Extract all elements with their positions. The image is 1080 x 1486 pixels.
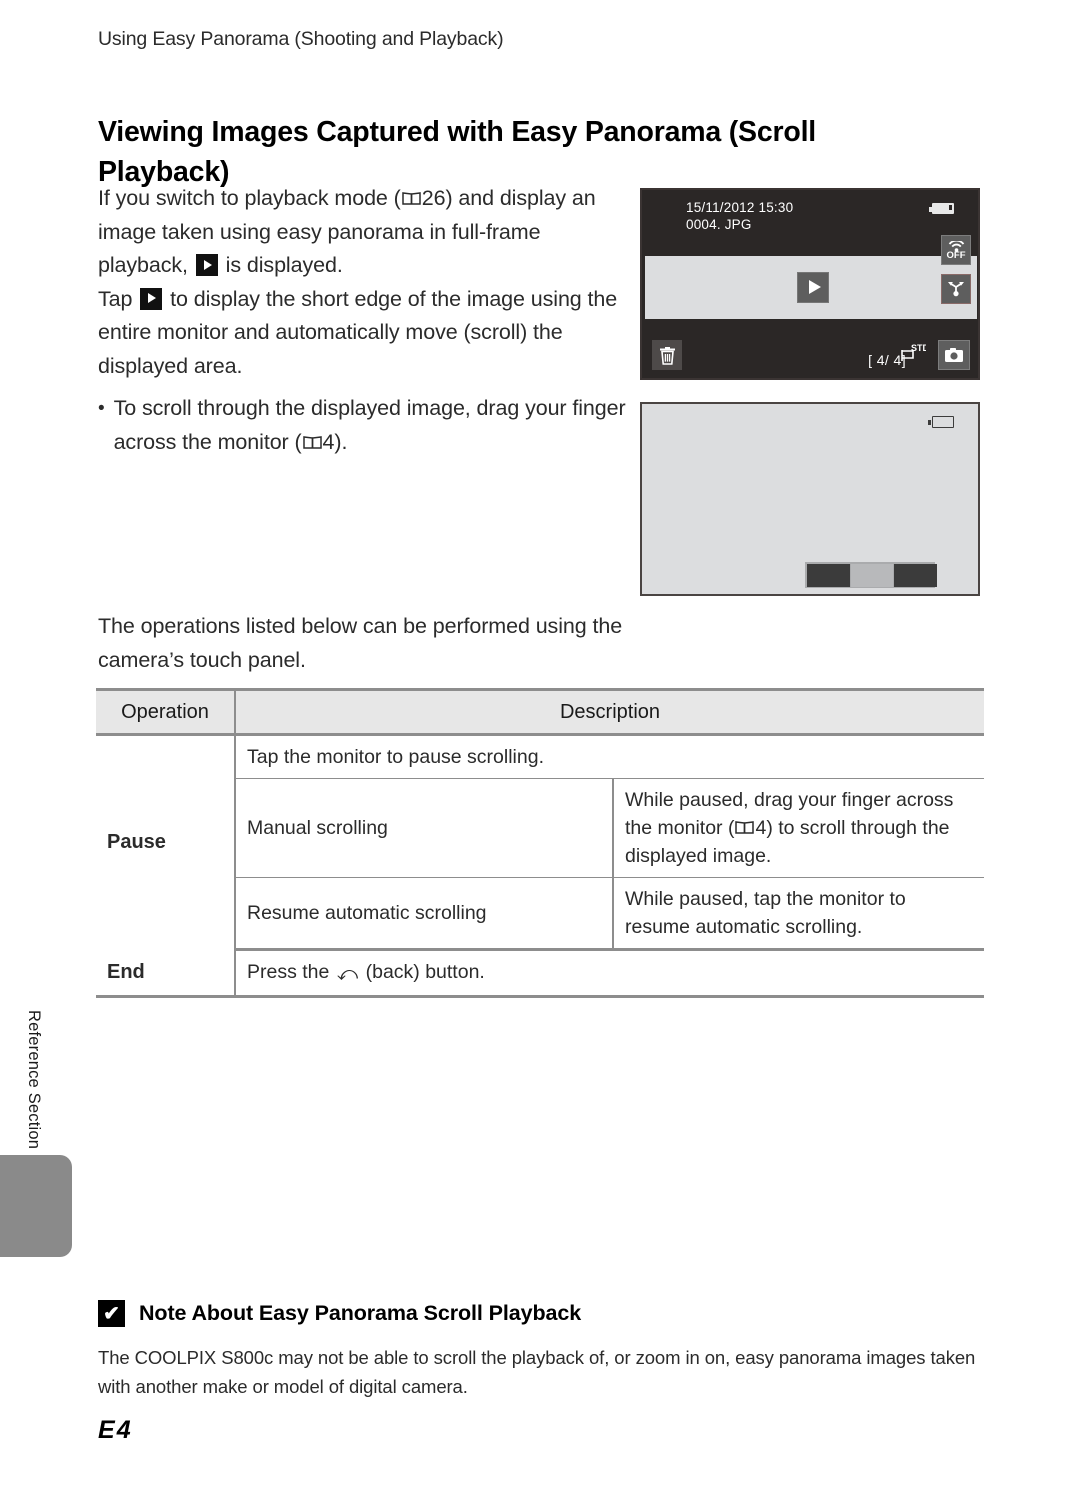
- bullet-list: • To scroll through the displayed image,…: [98, 392, 638, 459]
- scroll-play-icon: [140, 287, 163, 310]
- page-folio: E 4: [98, 1418, 131, 1443]
- intro-text-e: to display the short edge of the image u…: [98, 286, 618, 378]
- bullet-ref-page: 4: [322, 429, 335, 454]
- caution-check-icon: ✔: [98, 1300, 125, 1327]
- operation-label: Pause: [107, 831, 166, 854]
- table-row: Pause Tap the monitor to pause scrolling…: [96, 734, 984, 853]
- note-heading: ✔ Note About Easy Panorama Scroll Playba…: [98, 1300, 581, 1327]
- cell-resume-desc: While paused, tap the monitor to resume …: [612, 877, 984, 951]
- note-title: Note About Easy Panorama Scroll Playback: [139, 1301, 582, 1325]
- image-filename: 0004. JPG: [686, 217, 752, 232]
- intro-text-d: Tap: [98, 286, 139, 311]
- panorama-std-icon: STD: [900, 342, 930, 364]
- scroll-playback-button[interactable]: [797, 272, 829, 303]
- intro-paragraph: If you switch to playback mode (26) and …: [98, 182, 628, 383]
- list-item: • To scroll through the displayed image,…: [98, 392, 638, 459]
- scroll-guide-current: [850, 563, 893, 587]
- row-label-end: End: [96, 949, 235, 998]
- intro-text-c: is displayed.: [219, 253, 343, 277]
- note-body: The COOLPIX S800c may not be able to scr…: [98, 1347, 976, 1397]
- book-reference-icon: [302, 435, 322, 450]
- cell-manual-scrolling-label: Manual scrolling: [234, 778, 613, 878]
- bullet-text-a: To scroll through the displayed image, d…: [113, 396, 626, 454]
- operation-label: End: [107, 960, 145, 983]
- touch-panel-intro: The operations listed below can be perfo…: [98, 614, 623, 672]
- bullet-text: To scroll through the displayed image, d…: [114, 392, 638, 459]
- column-header-operation: Operation: [96, 688, 235, 736]
- share-upload-button[interactable]: [941, 274, 971, 304]
- book-reference-icon: [735, 820, 755, 835]
- reference-section-icon: E: [98, 1416, 115, 1444]
- table-header-row: Operation Description: [96, 688, 984, 736]
- cell-manual-scrolling-desc: While paused, drag your finger across th…: [612, 778, 984, 878]
- capture-date: 15/11/2012 15:30: [686, 200, 794, 215]
- page-title: Viewing Images Captured with Easy Panora…: [98, 116, 817, 188]
- operations-table: Operation Description Pause Tap the moni…: [96, 688, 984, 998]
- back-button-icon: ⤺: [336, 963, 359, 985]
- running-header: Using Easy Panorama (Shooting and Playba…: [98, 28, 504, 50]
- bullet-dot-icon: •: [98, 398, 105, 419]
- shooting-mode-button[interactable]: [938, 340, 970, 370]
- wifi-off-label: OFF: [946, 249, 966, 261]
- camera-icon: [945, 348, 963, 362]
- row-label-pause: Pause: [96, 735, 235, 950]
- battery-icon: [928, 416, 954, 428]
- page-number: 4: [116, 1416, 131, 1444]
- trash-icon: [659, 346, 675, 365]
- bullet-text-b: ).: [334, 429, 348, 454]
- desc-ref-page: 4: [755, 817, 767, 839]
- table-row: End Press the ⤺ (back) button.: [96, 949, 984, 998]
- wifi-off-button[interactable]: OFF: [941, 235, 971, 265]
- desc-text-a: Press the: [247, 961, 335, 983]
- section-tab-marker: [0, 1155, 72, 1257]
- cell-pause-tap: Tap the monitor to pause scrolling.: [234, 734, 984, 779]
- camera-screen-scroll-playback: [640, 402, 980, 596]
- share-icon: [948, 282, 964, 297]
- intro-ref-page-1: 26: [421, 186, 446, 210]
- desc-text-b: (back) button.: [360, 961, 485, 983]
- column-header-description: Description: [234, 688, 984, 736]
- cell-end-desc: Press the ⤺ (back) button.: [234, 949, 984, 998]
- scroll-position-guide: [805, 562, 937, 588]
- camera-screen-playback: 15/11/2012 15:30 0004. JPG OFF [ 4/ 4] S…: [640, 188, 980, 380]
- delete-button[interactable]: [652, 340, 682, 370]
- intro-text-a: If you switch to playback mode (: [98, 186, 401, 210]
- book-reference-icon: [401, 191, 421, 206]
- side-section-label: Reference Section: [25, 1010, 43, 1150]
- scroll-guide-right: [893, 563, 937, 587]
- scroll-play-icon: [195, 254, 218, 276]
- battery-icon: [929, 203, 954, 214]
- cell-resume-label: Resume automatic scrolling: [234, 877, 613, 951]
- image-meta: 15/11/2012 15:30 0004. JPG: [686, 199, 793, 233]
- scroll-guide-left: [806, 563, 850, 587]
